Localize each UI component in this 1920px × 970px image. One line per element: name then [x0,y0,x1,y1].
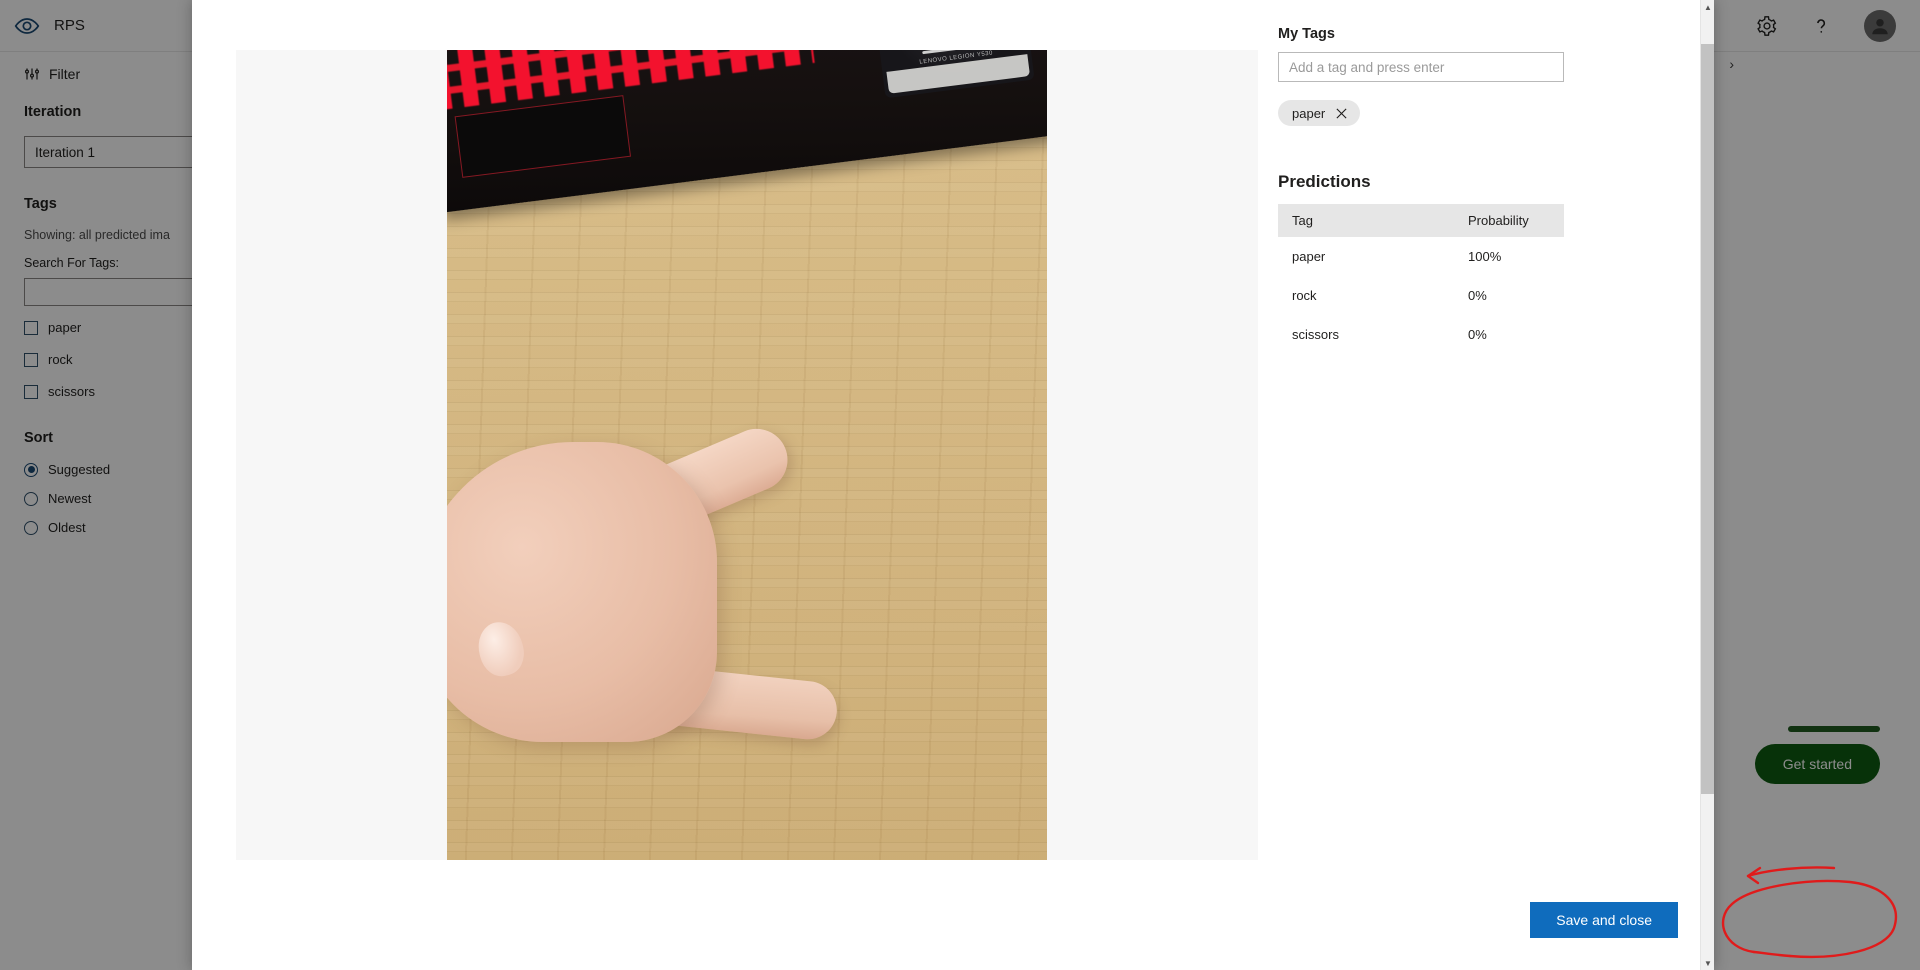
predictions-heading: Predictions [1278,172,1371,191]
my-tags-heading: My Tags [1278,26,1335,42]
laptop-keyboard [447,50,815,111]
close-icon[interactable] [1335,107,1348,120]
scroll-down-icon[interactable]: ▼ [1701,956,1714,970]
tag-chip-label: paper [1292,105,1326,121]
prediction-probability: 0% [1468,327,1487,342]
hand-gesture [447,322,847,743]
prediction-probability: 0% [1468,288,1487,303]
prediction-tag: paper [1292,249,1326,264]
image-detail-modal: LENOVO LEGION Y530 My Tags paper [192,0,1714,970]
scroll-up-icon[interactable]: ▲ [1701,0,1714,14]
tagging-panel: My Tags paper Predictions Tag [1278,26,1578,354]
modal-titlebar [192,0,1714,8]
column-header-probability: Probability [1468,204,1564,237]
modal-body: LENOVO LEGION Y530 My Tags paper [192,8,1700,970]
scrollbar-thumb[interactable] [1701,44,1714,794]
table-row: paper 100% [1278,237,1564,276]
prediction-tag: rock [1292,288,1317,303]
prediction-probability: 100% [1468,249,1502,264]
palm [447,442,717,742]
table-row: rock 0% [1278,276,1564,315]
image-preview-pane: LENOVO LEGION Y530 [236,50,1258,860]
add-tag-input[interactable] [1278,52,1564,82]
table-header-row: Tag Probability [1278,204,1564,237]
save-and-close-button[interactable]: Save and close [1530,902,1678,938]
prediction-tag: scissors [1292,327,1339,342]
training-image[interactable]: LENOVO LEGION Y530 [447,50,1047,860]
laptop-sticker: LENOVO LEGION Y530 [874,50,1035,99]
predictions-table: Tag Probability paper 100% rock 0% sciss… [1278,204,1564,354]
table-row: scissors 0% [1278,315,1564,354]
assigned-tags-list: paper [1278,100,1578,126]
tag-chip-paper[interactable]: paper [1278,100,1361,126]
laptop-trackpad [454,95,632,178]
column-header-tag: Tag [1278,204,1468,237]
modal-scrollbar[interactable]: ▲ ▼ [1700,0,1714,970]
